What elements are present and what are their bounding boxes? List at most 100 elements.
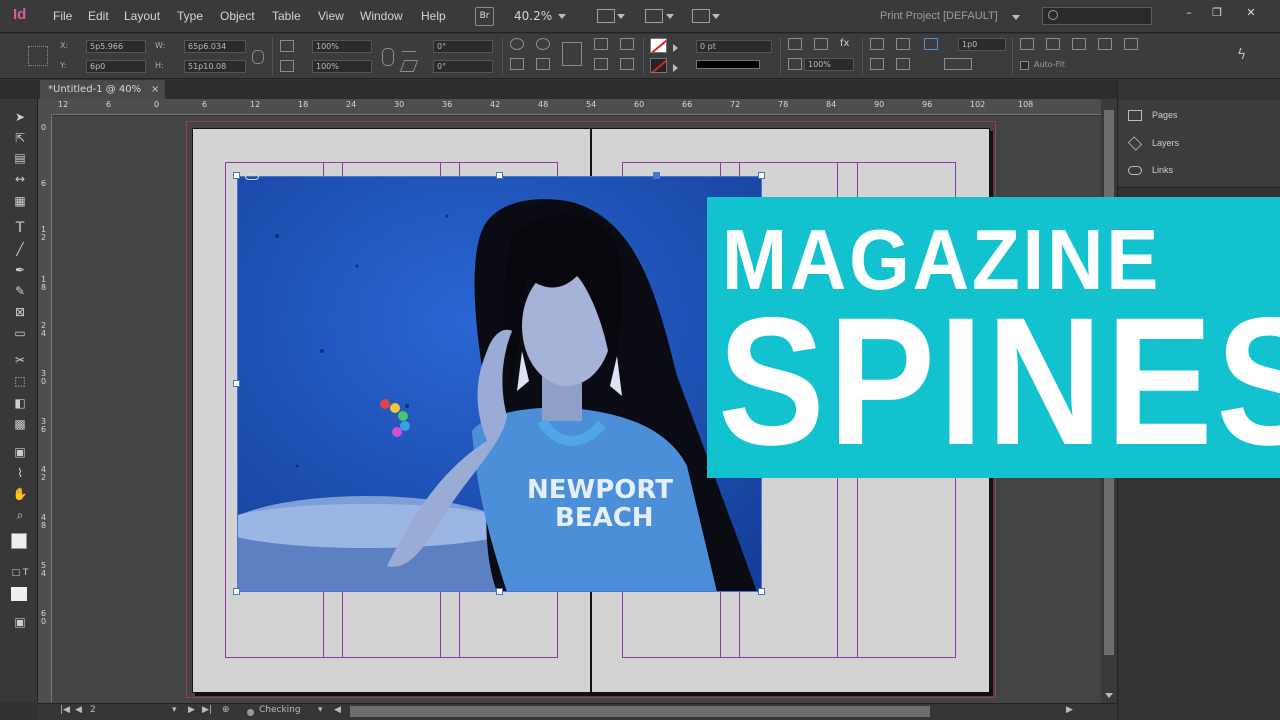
document-tab[interactable]: *Untitled-1 @ 40%	[40, 80, 165, 99]
pencil-tool-icon[interactable]: ✎	[11, 283, 29, 299]
stroke-weight-field[interactable]: 0 pt	[696, 40, 772, 53]
placed-photo[interactable]: NEWPORT BEACH	[237, 176, 762, 592]
corner-options-icon[interactable]	[924, 38, 938, 50]
previous-page-icon[interactable]: ◀	[75, 705, 82, 715]
last-page-icon[interactable]: ▶|	[202, 705, 212, 715]
resize-handle[interactable]	[758, 172, 765, 179]
scale-link-icon[interactable]	[382, 48, 394, 66]
menu-edit[interactable]: Edit	[88, 9, 109, 23]
screen-mode-tool-icon[interactable]: ▣	[11, 614, 29, 630]
line-tool-icon[interactable]: ╱	[11, 241, 29, 257]
screen-mode-caret-icon[interactable]	[666, 14, 674, 19]
flip-vertical-icon[interactable]	[536, 58, 550, 70]
scroll-left-icon[interactable]: ◀	[334, 705, 341, 715]
rotate-ccw-icon[interactable]	[536, 38, 550, 50]
content-grabber-handle[interactable]	[653, 172, 660, 179]
panel-links[interactable]: Links	[1128, 165, 1173, 176]
open-page-icon[interactable]: ⊕	[222, 705, 230, 715]
menu-type[interactable]: Type	[177, 9, 203, 23]
workspace-switcher[interactable]: Print Project [DEFAULT]	[880, 10, 998, 22]
zoom-tool-icon[interactable]: ⌕	[11, 507, 29, 523]
note-tool-icon[interactable]: ▣	[11, 444, 29, 460]
shear-field[interactable]: 0°	[433, 60, 493, 73]
fit-proportionally-icon[interactable]	[1098, 38, 1112, 50]
free-transform-tool-icon[interactable]: ⬚	[11, 373, 29, 389]
menu-view[interactable]: View	[318, 9, 344, 23]
text-wrap-none-icon[interactable]	[870, 38, 884, 50]
rotate-cw-icon[interactable]	[510, 38, 524, 50]
fill-proportionally-icon[interactable]	[1124, 38, 1138, 50]
stroke-type-dropdown[interactable]	[696, 60, 760, 69]
scroll-down-icon[interactable]	[1105, 693, 1113, 698]
y-field[interactable]: 6p0	[86, 60, 146, 73]
pen-tool-icon[interactable]: ✒	[11, 262, 29, 278]
gap-tool-icon[interactable]: ↔	[11, 171, 29, 187]
view-options-icon[interactable]	[597, 9, 615, 23]
minimize-button[interactable]: –	[1176, 4, 1202, 22]
panel-pages[interactable]: Pages	[1128, 110, 1178, 122]
page-number-field[interactable]: 2	[90, 705, 96, 715]
resize-handle[interactable]	[233, 380, 240, 387]
content-collector-icon[interactable]: ▦	[11, 193, 29, 209]
menu-file[interactable]: File	[53, 9, 72, 23]
stroke-caret-icon[interactable]	[673, 64, 678, 72]
close-tab-icon[interactable]: ×	[151, 80, 159, 99]
autofit-checkbox[interactable]	[1020, 61, 1029, 70]
constrain-proportions-icon[interactable]	[252, 50, 264, 64]
select-container-icon[interactable]	[594, 38, 608, 50]
scale-y-field[interactable]: 100%	[312, 60, 372, 73]
menu-help[interactable]: Help	[421, 9, 446, 23]
select-next-icon[interactable]	[620, 58, 634, 70]
rectangle-tool-icon[interactable]: ▭	[11, 325, 29, 341]
x-field[interactable]: 5p5.966	[86, 40, 146, 53]
rotate-field[interactable]: 0°	[433, 40, 493, 53]
screen-mode-icon[interactable]	[645, 9, 663, 23]
rectangle-frame-tool-icon[interactable]: ⊠	[11, 304, 29, 320]
direct-selection-tool-icon[interactable]: ⇱	[11, 130, 29, 146]
ruler-origin[interactable]	[38, 99, 52, 115]
eyedropper-tool-icon[interactable]: ⌇	[11, 465, 29, 481]
text-wrap-jump-icon[interactable]	[896, 58, 910, 70]
resize-handle[interactable]	[496, 172, 503, 179]
selection-tool-icon[interactable]: ➤	[11, 109, 29, 125]
fx-icon[interactable]: fx	[840, 38, 854, 50]
select-content-icon[interactable]	[620, 38, 634, 50]
scroll-right-icon[interactable]: ▶	[1066, 705, 1073, 715]
text-wrap-bbox-icon[interactable]	[896, 38, 910, 50]
fit-content-to-frame-icon[interactable]	[1020, 38, 1034, 50]
workspace-caret-icon[interactable]	[1012, 15, 1020, 20]
resize-handle[interactable]	[233, 172, 240, 179]
page-tool-icon[interactable]: ▤	[11, 150, 29, 166]
center-content-icon[interactable]	[1072, 38, 1086, 50]
next-page-icon[interactable]: ▶	[188, 705, 195, 715]
menu-object[interactable]: Object	[220, 9, 255, 23]
page-menu-caret-icon[interactable]: ▾	[172, 705, 177, 715]
view-options-caret-icon[interactable]	[617, 14, 625, 19]
width-field[interactable]: 65p6.034	[184, 40, 246, 53]
scissors-tool-icon[interactable]: ✂	[11, 352, 29, 368]
horizontal-scroll-thumb[interactable]	[350, 706, 930, 717]
opacity-field[interactable]: 100%	[804, 58, 854, 71]
gradient-swatch-tool-icon[interactable]: ◧	[11, 395, 29, 411]
menu-layout[interactable]: Layout	[124, 9, 160, 23]
type-tool-icon[interactable]: T	[11, 220, 29, 236]
corner-size-field[interactable]: 1p0	[958, 38, 1006, 51]
fill-swatch[interactable]	[650, 38, 667, 53]
menu-table[interactable]: Table	[272, 9, 301, 23]
formatting-affects-icon[interactable]: □ T	[11, 565, 29, 581]
restore-button[interactable]: ❐	[1204, 4, 1230, 22]
resize-handle[interactable]	[233, 588, 240, 595]
height-field[interactable]: 51p10.08	[184, 60, 246, 73]
text-wrap-shape-icon[interactable]	[870, 58, 884, 70]
stroke-swatch[interactable]	[650, 58, 667, 73]
flip-horizontal-icon[interactable]	[510, 58, 524, 70]
close-window-button[interactable]: ✕	[1238, 4, 1264, 22]
zoom-dropdown-icon[interactable]	[558, 14, 566, 19]
resize-handle[interactable]	[758, 588, 765, 595]
search-input[interactable]	[1042, 7, 1152, 25]
fit-frame-to-content-icon[interactable]	[1046, 38, 1060, 50]
reference-point-icon[interactable]	[28, 46, 48, 66]
zoom-level[interactable]: 40.2%	[514, 9, 552, 23]
lightning-icon[interactable]: ϟ	[1237, 47, 1246, 63]
panel-layers[interactable]: Layers	[1127, 136, 1179, 151]
